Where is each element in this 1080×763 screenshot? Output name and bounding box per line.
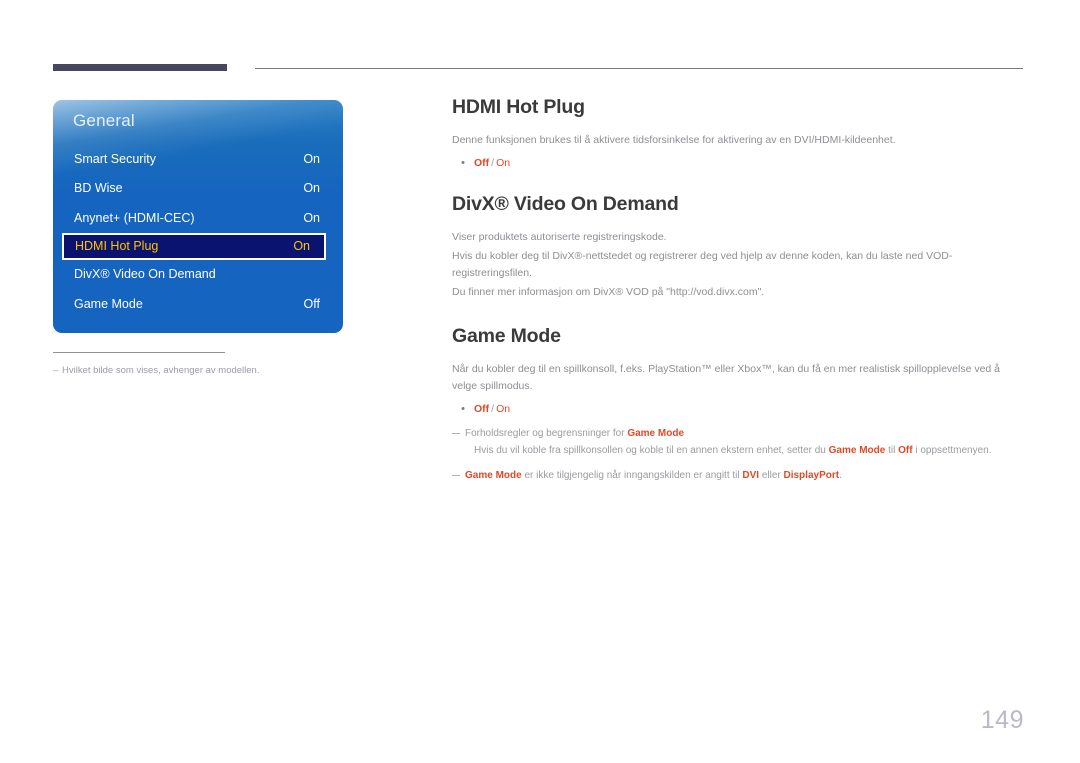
note-highlight-off: Off [898, 445, 913, 456]
osd-item-bd-wise[interactable]: BD Wise On [53, 174, 343, 204]
osd-item-label: Smart Security [74, 151, 156, 166]
osd-item-value: On [293, 239, 310, 253]
bullet-icon: • [461, 157, 465, 169]
header-rule [255, 68, 1023, 69]
osd-item-value: On [303, 151, 320, 166]
note-text: . [839, 470, 842, 481]
footnote-rule [53, 352, 225, 353]
section-body-game-mode: Når du kobler deg til en spillkonsoll, f… [452, 363, 1001, 392]
section-title-game-mode: Game Mode [452, 325, 561, 347]
osd-item-label: BD Wise [74, 181, 123, 196]
note-text: er ikke tilgjengelig når inngangskilden … [521, 470, 743, 481]
option-off: Off [474, 403, 490, 415]
osd-item-label: HDMI Hot Plug [75, 239, 159, 253]
osd-item-value: On [303, 181, 320, 196]
note-text: til [885, 445, 899, 456]
content-column: HDMI Hot Plug Denne funksjonen brukes ti… [452, 96, 1024, 484]
osd-item-game-mode[interactable]: Game Mode Off [53, 289, 343, 319]
option-values: Off / On [474, 155, 510, 171]
osd-item-label: Anynet+ (HDMI-CEC) [74, 210, 195, 225]
osd-item-label: Game Mode [74, 296, 143, 311]
option-list-hdmi-hot-plug: • Off / On [452, 155, 1024, 171]
note-highlight-game-mode: Game Mode [828, 445, 886, 456]
footnote-dash: – [53, 365, 59, 376]
option-on: On [496, 403, 511, 415]
footnote-text: Hvilket bilde som vises, avhenger av mod… [62, 365, 260, 376]
bullet-icon: • [461, 403, 465, 415]
option-on: On [496, 157, 511, 169]
osd-menu-panel: General Smart Security On BD Wise On Any… [53, 100, 343, 333]
manual-page: General Smart Security On BD Wise On Any… [0, 0, 1080, 763]
note-highlight-game-mode: Game Mode [465, 470, 522, 481]
section-body-hdmi-hot-plug: Denne funksjonen brukes til å aktivere t… [452, 134, 896, 146]
note-highlight-game-mode: Game Mode [627, 428, 685, 439]
osd-menu-list: Smart Security On BD Wise On Anynet+ (HD… [53, 144, 343, 319]
note-game-mode-precautions: Forholdsregler og begrensninger for Game… [452, 426, 1024, 442]
note-text: Hvis du vil koble fra spillkonsollen og … [474, 445, 829, 456]
note-highlight-displayport: DisplayPort [783, 470, 840, 481]
header-accent-bar [53, 64, 227, 71]
note-game-mode-disconnect: Hvis du vil koble fra spillkonsollen og … [452, 443, 1024, 459]
page-number: 149 [980, 706, 1024, 734]
osd-item-anynet-hdmi-cec[interactable]: Anynet+ (HDMI-CEC) On [53, 203, 343, 233]
option-off: Off [474, 157, 490, 169]
osd-item-smart-security[interactable]: Smart Security On [53, 144, 343, 174]
section-body-divx-3: Du finner mer informasjon om DivX® VOD p… [452, 286, 765, 298]
note-text: Forholdsregler og begrensninger for [465, 428, 628, 439]
osd-item-label: DivX® Video On Demand [74, 267, 216, 282]
section-body-divx-1: Viser produktets autoriserte registrerin… [452, 231, 667, 243]
option-values: Off / On [474, 401, 510, 417]
option-list-game-mode: • Off / On [452, 401, 1024, 417]
section-title-hdmi-hot-plug: HDMI Hot Plug [452, 96, 585, 118]
osd-item-divx-video-on-demand[interactable]: DivX® Video On Demand [53, 260, 343, 290]
footnote: – Hvilket bilde som vises, avhenger av mo… [53, 365, 353, 376]
note-text: eller [759, 470, 784, 481]
osd-item-value: Off [303, 296, 320, 311]
section-body-divx-2: Hvis du kobler deg til DivX®-nettstedet … [452, 250, 953, 279]
osd-item-hdmi-hot-plug[interactable]: HDMI Hot Plug On [62, 232, 326, 260]
osd-item-value: On [303, 210, 320, 225]
section-title-divx: DivX® Video On Demand [452, 193, 679, 215]
note-game-mode-unavailable: Game Mode er ikke tilgjengelig når innga… [452, 468, 1024, 484]
note-highlight-dvi: DVI [742, 470, 760, 481]
note-text: i oppsettmenyen. [912, 445, 992, 456]
osd-menu-title: General [73, 111, 135, 130]
